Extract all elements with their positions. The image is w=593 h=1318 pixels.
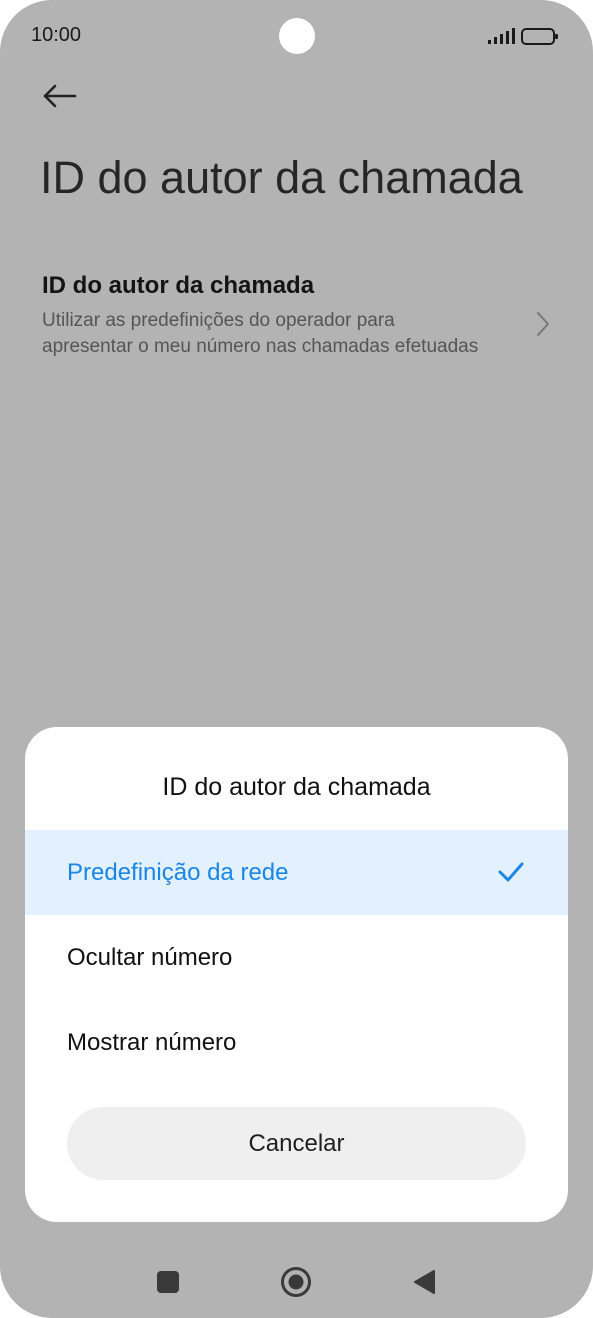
recent-apps-icon[interactable] [157,1271,179,1293]
option-label: Mostrar número [67,1029,237,1056]
page-title: ID do autor da chamada [40,152,523,203]
setting-title: ID do autor da chamada [42,272,315,299]
camera-cutout [279,18,315,54]
option-network-default[interactable]: Predefinição da rede [25,830,568,915]
checkmark-icon [498,862,524,882]
option-label: Predefinição da rede [67,859,289,886]
battery-icon [521,28,558,45]
home-icon[interactable] [280,1266,312,1298]
option-label: Ocultar número [67,944,233,971]
arrow-left-icon [43,84,77,108]
option-show-number[interactable]: Mostrar número [25,1000,568,1085]
back-button[interactable] [38,78,82,114]
dialog-title: ID do autor da chamada [162,773,431,801]
option-hide-number[interactable]: Ocultar número [25,915,568,1000]
cancel-button[interactable]: Cancelar [67,1107,526,1180]
setting-description: Utilizar as predefinições do operador pa… [42,310,479,357]
signal-icon [488,28,515,44]
caller-id-setting[interactable]: ID do autor da chamada Utilizar as prede… [0,262,593,392]
status-time: 10:00 [31,24,82,46]
phone-screen: 10:00 ID do autor da chamada ID do autor… [0,0,593,1318]
caller-id-dialog: ID do autor da chamada Predefinição da r… [25,727,568,1222]
back-icon[interactable] [412,1269,436,1295]
chevron-right-icon [537,312,549,336]
